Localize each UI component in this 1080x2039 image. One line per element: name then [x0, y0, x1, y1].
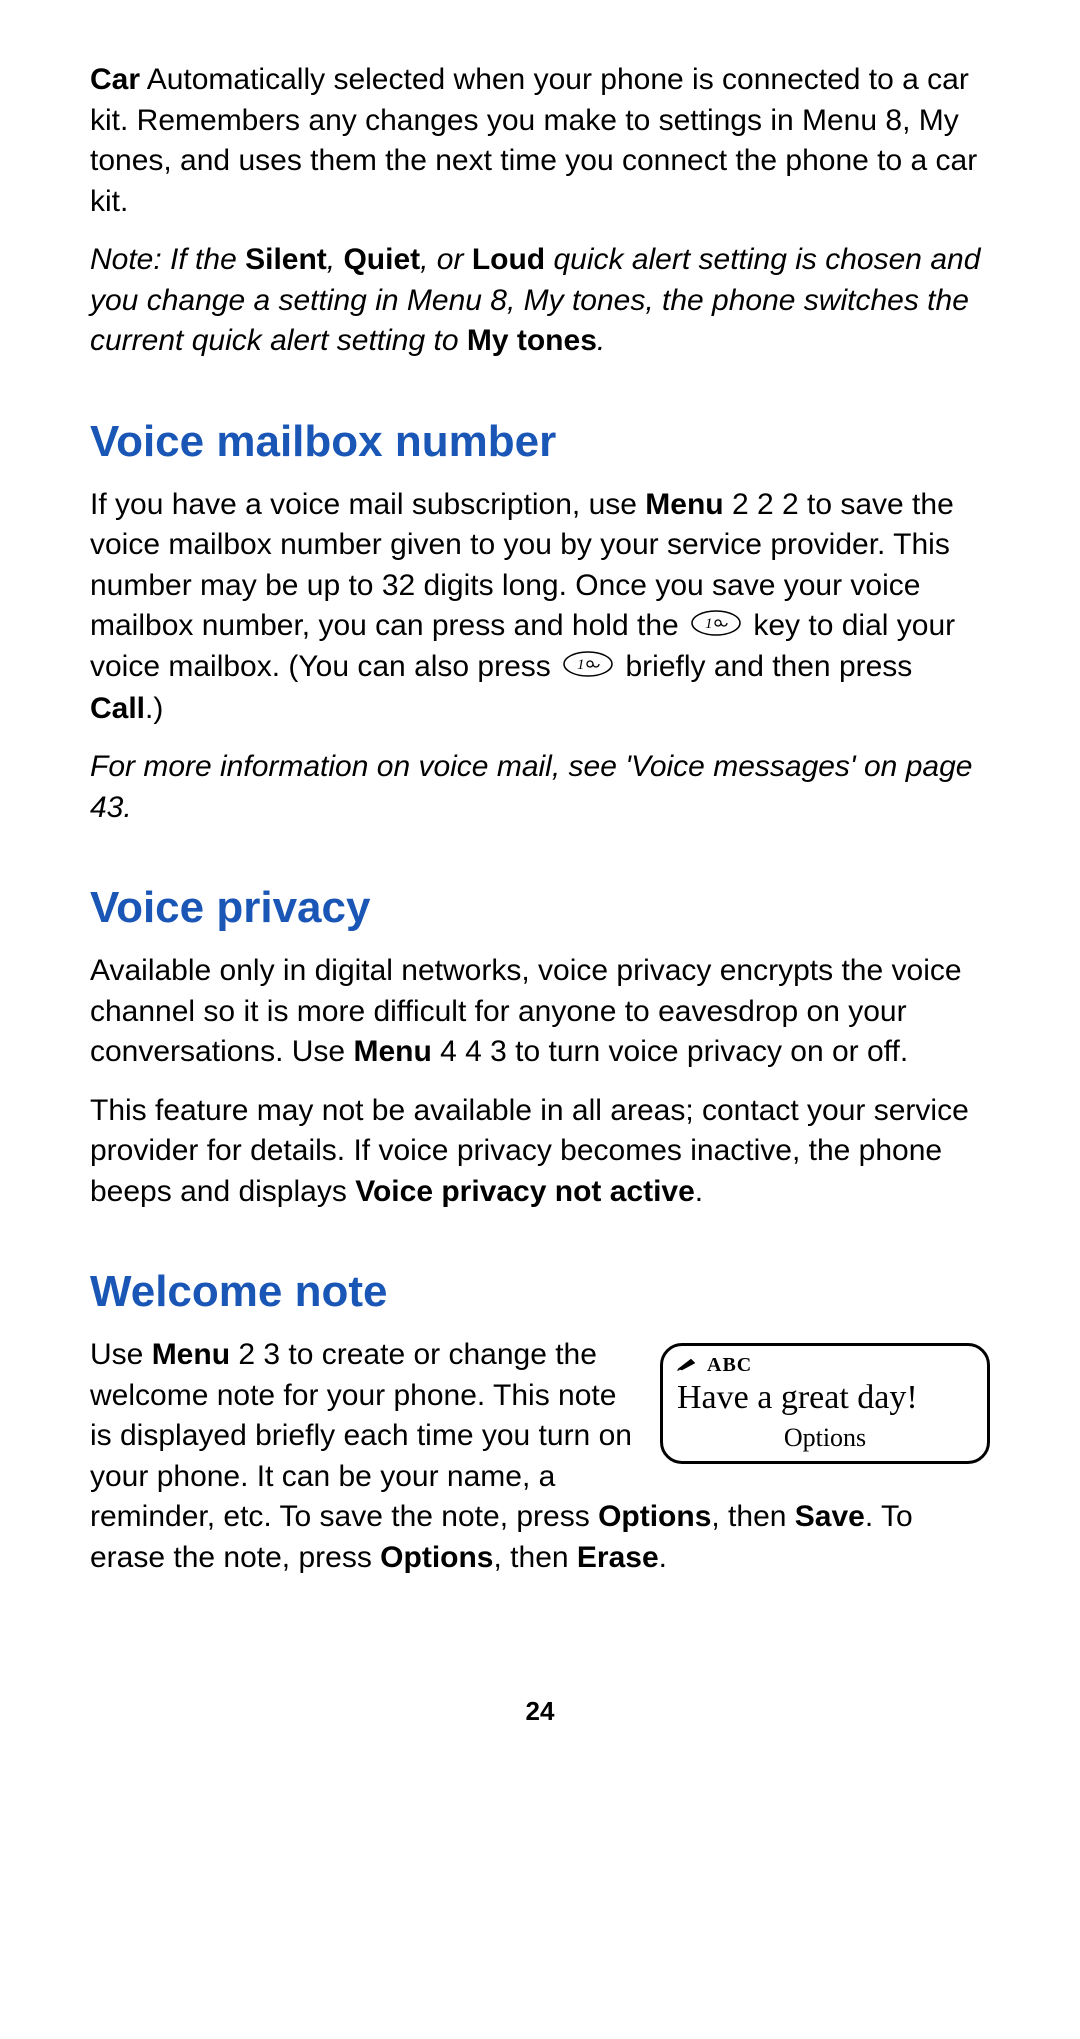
note-prefix: Note: If the — [90, 243, 245, 276]
wn-options: Options — [598, 1500, 711, 1533]
note-sep2: , or — [420, 243, 472, 276]
note-loud: Loud — [472, 243, 545, 276]
voice-privacy-heading: Voice privacy — [90, 883, 990, 933]
car-text: Automatically selected when your phone i… — [90, 63, 977, 218]
car-label: Car — [90, 63, 140, 96]
note-mytones: My tones — [467, 324, 597, 357]
pencil-icon — [677, 1354, 699, 1377]
phone-screen-message: Have a great day! — [677, 1379, 973, 1416]
wn-erase: Erase — [577, 1541, 659, 1574]
wn-a: Use — [90, 1338, 152, 1371]
vp-p1-menu: Menu — [353, 1035, 431, 1068]
phone-input-mode: ABC — [707, 1354, 752, 1377]
vp-p2-b: . — [695, 1175, 703, 1208]
voice-mailbox-paragraph-1: If you have a voice mail subscription, u… — [90, 485, 990, 730]
phone-screen-softkey: Options — [677, 1423, 973, 1453]
svg-text:1: 1 — [705, 616, 713, 632]
phone-screen-illustration: ABC Have a great day! Options — [660, 1343, 990, 1463]
vm-p1-a: If you have a voice mail subscription, u… — [90, 488, 645, 521]
vm-p1-e: .) — [145, 692, 163, 725]
note-sep1: , — [327, 243, 344, 276]
voice-mailbox-paragraph-2: For more information on voice mail, see … — [90, 747, 990, 828]
note-silent: Silent — [245, 243, 327, 276]
wn-c: , then — [711, 1500, 794, 1533]
note-paragraph: Note: If the Silent, Quiet, or Loud quic… — [90, 240, 990, 362]
voice-mailbox-heading: Voice mailbox number — [90, 417, 990, 467]
document-page: Car Automatically selected when your pho… — [0, 0, 1080, 1767]
wn-f: . — [659, 1541, 667, 1574]
wn-menu: Menu — [152, 1338, 230, 1371]
vp-p2-bold: Voice privacy not active — [355, 1175, 695, 1208]
welcome-note-heading: Welcome note — [90, 1267, 990, 1317]
voice-privacy-paragraph-2: This feature may not be available in all… — [90, 1091, 990, 1213]
wn-options2: Options — [380, 1541, 493, 1574]
vm-p1-d: briefly and then press — [617, 650, 912, 683]
svg-text:1: 1 — [577, 657, 585, 673]
phone-screen-header: ABC — [677, 1354, 973, 1377]
welcome-note-block: ABC Have a great day! Options Use Menu 2… — [90, 1335, 990, 1596]
wn-e: , then — [494, 1541, 577, 1574]
vm-p1-call: Call — [90, 692, 145, 725]
car-paragraph: Car Automatically selected when your pho… — [90, 60, 990, 222]
note-end: . — [597, 324, 605, 357]
wn-save: Save — [795, 1500, 865, 1533]
key-1-icon: 1 — [691, 607, 741, 648]
voice-privacy-paragraph-1: Available only in digital networks, voic… — [90, 951, 990, 1073]
vp-p1-b: 4 4 3 to turn voice privacy on or off. — [432, 1035, 908, 1068]
key-1-icon: 1 — [563, 648, 613, 689]
note-quiet: Quiet — [343, 243, 420, 276]
page-number: 24 — [90, 1696, 990, 1727]
vm-p1-menu: Menu — [645, 488, 723, 521]
